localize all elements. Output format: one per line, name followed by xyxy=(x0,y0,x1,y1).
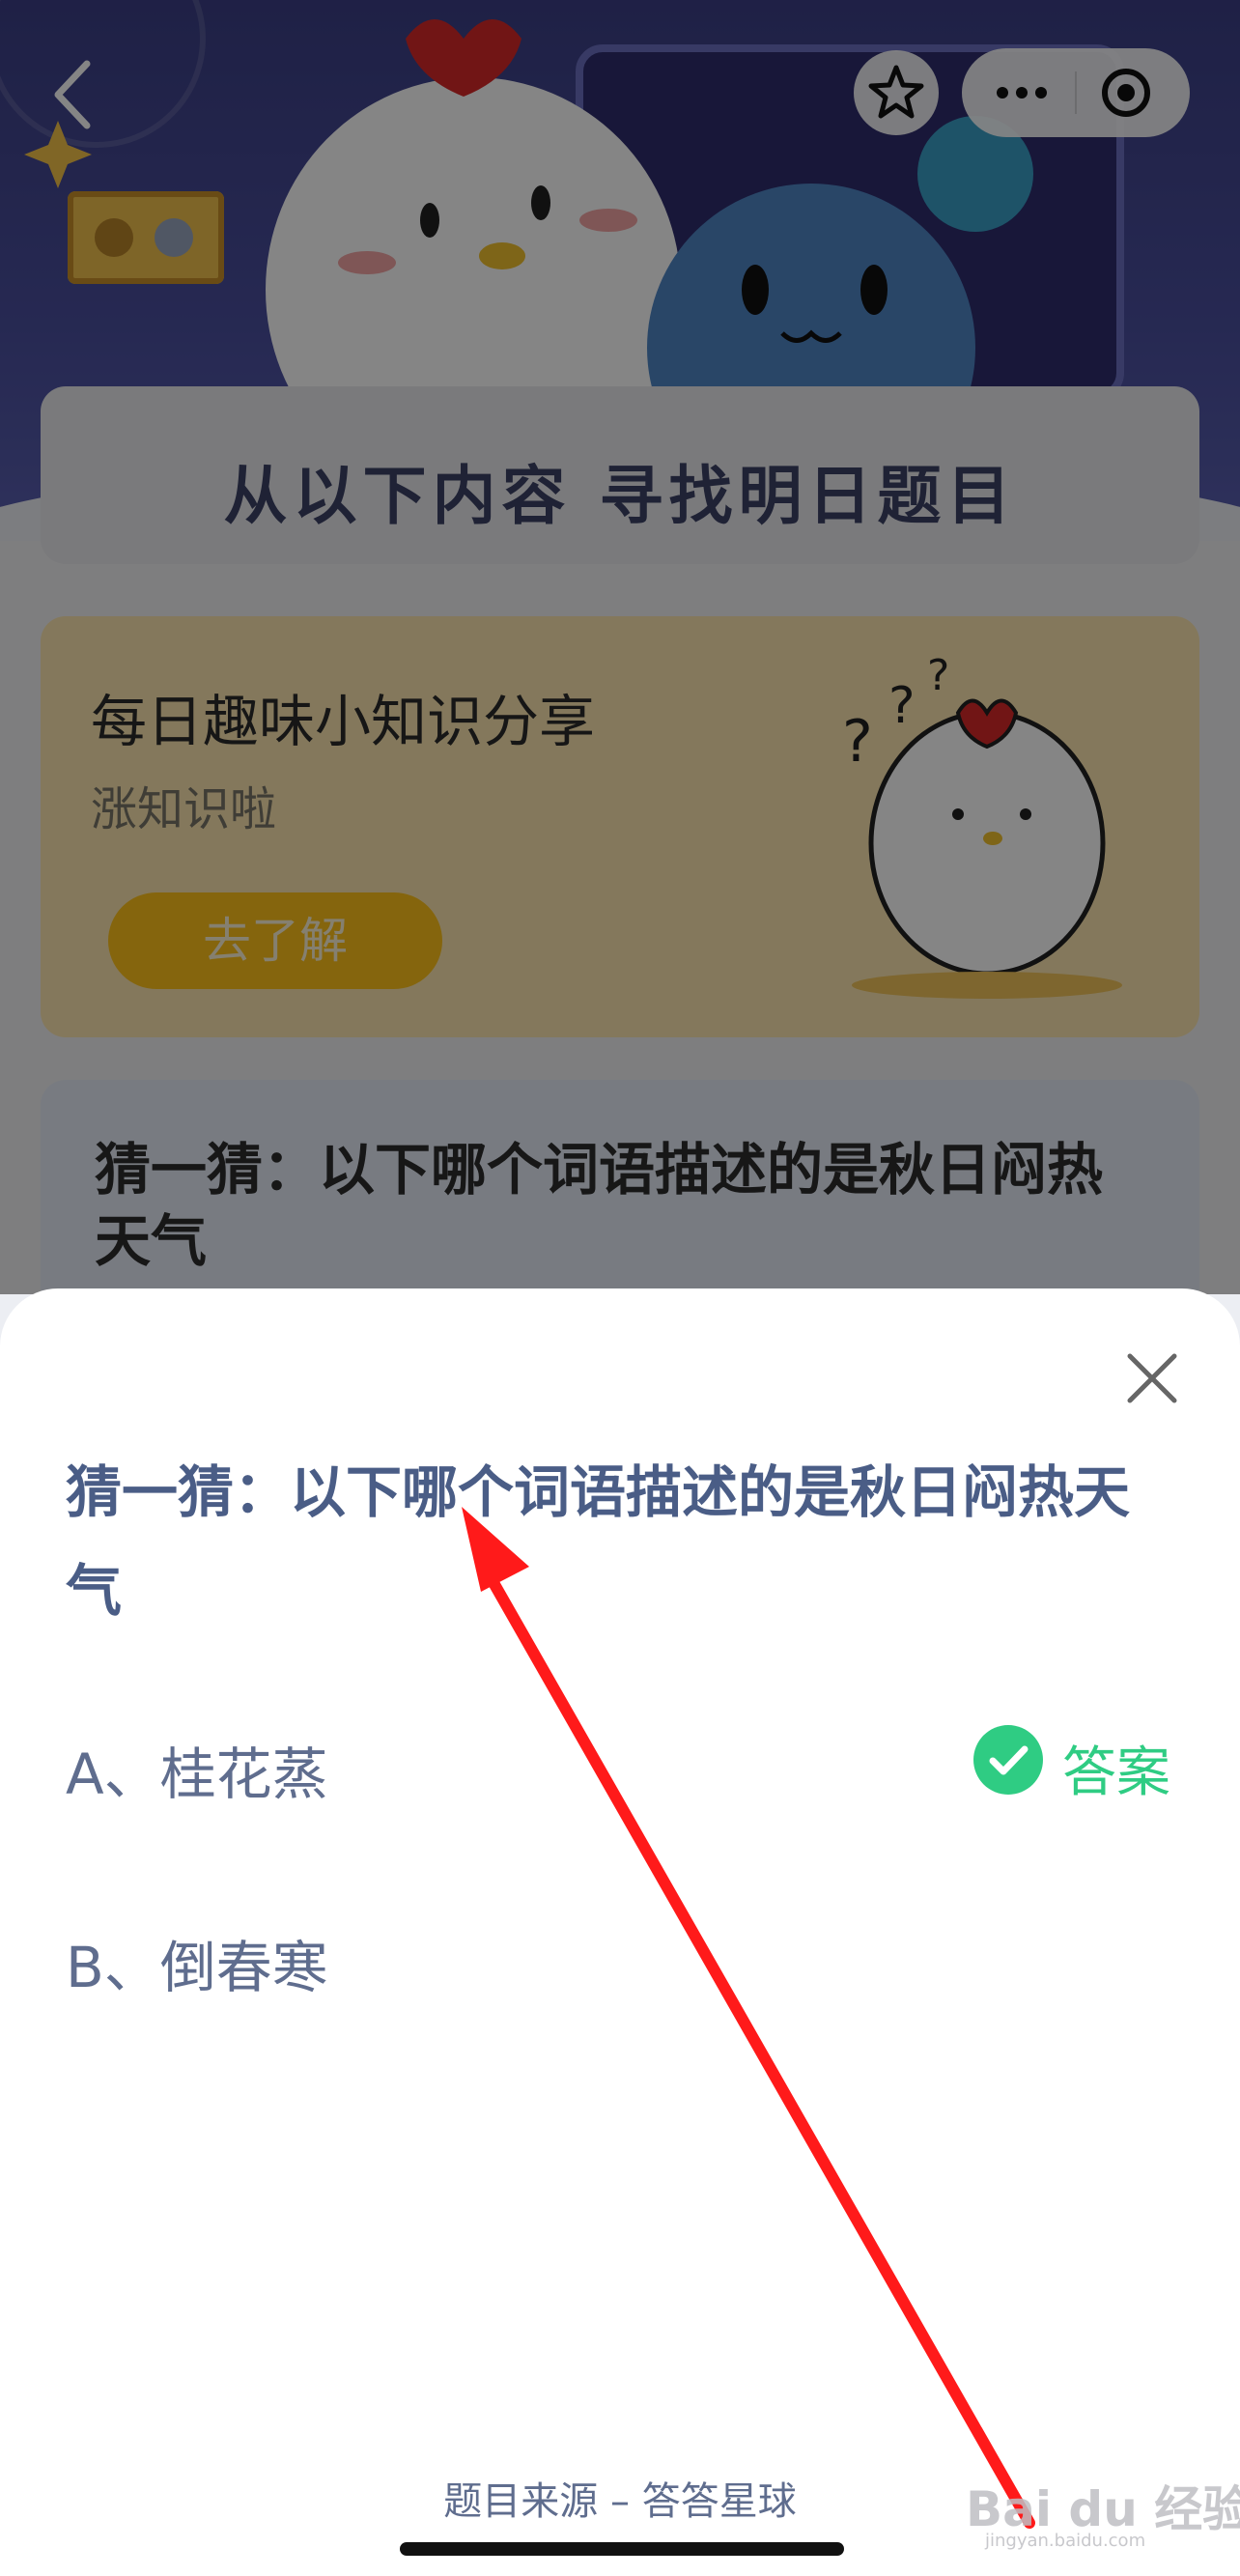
option-a[interactable]: A、桂花蒸 xyxy=(66,1729,328,1810)
check-icon xyxy=(973,1725,1043,1795)
question-title: 猜一猜：以下哪个词语描述的是秋日闷热天气 xyxy=(66,1459,1131,1624)
option-b[interactable]: B、倒春寒 xyxy=(66,1922,328,2003)
baidu-watermark: Bai du 经验 jingyan.baidu.com xyxy=(966,2459,1240,2552)
close-icon[interactable] xyxy=(1120,1346,1184,1410)
answer-label: 答案 xyxy=(1062,1741,1170,1804)
watermark-url: jingyan.baidu.com xyxy=(985,2531,1146,2551)
answer-sheet: 猜一猜：以下哪个词语描述的是秋日闷热天气 A、桂花蒸 答案 B、倒春寒 题目来源… xyxy=(0,1288,1240,2576)
home-indicator[interactable] xyxy=(400,2542,844,2556)
modal-backdrop[interactable] xyxy=(0,0,1240,1294)
